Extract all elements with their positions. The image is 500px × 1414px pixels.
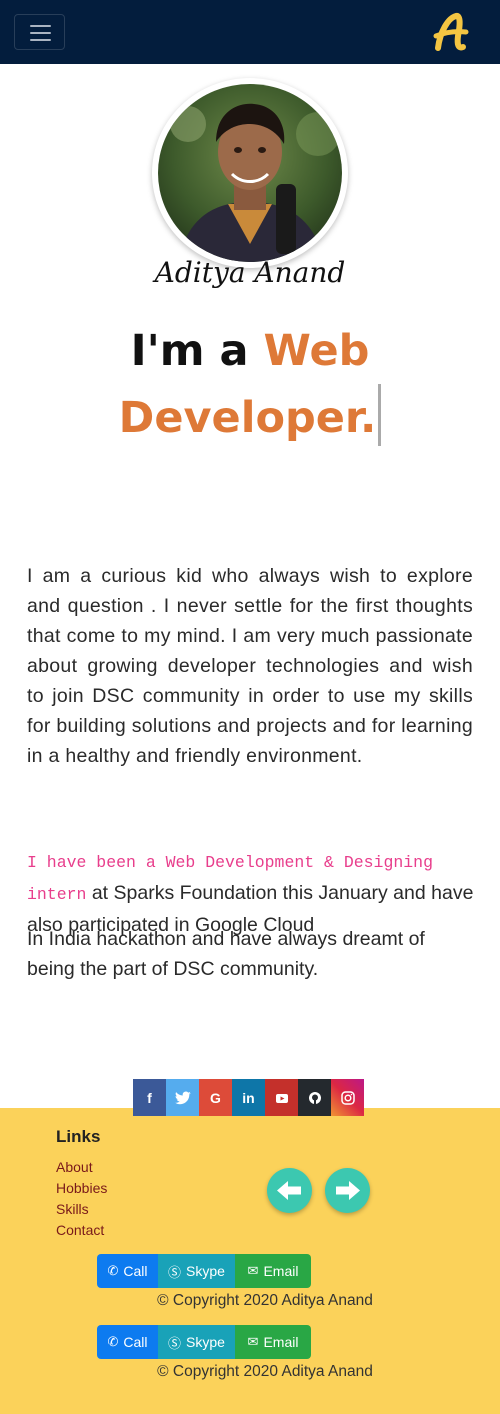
- footer-links: About Hobbies Skills Contact: [56, 1157, 107, 1241]
- footer-link-hobbies[interactable]: Hobbies: [56, 1178, 107, 1199]
- social-links: f G in: [133, 1079, 364, 1116]
- hamburger-line: [30, 39, 51, 41]
- about-paragraph: I am a curious kid who always wish to ex…: [27, 565, 473, 767]
- about-paragraph-3: In India hackathon and have always dream…: [27, 928, 425, 980]
- twitter-icon[interactable]: [166, 1079, 199, 1116]
- skype-icon: Ⓢ: [168, 1264, 182, 1280]
- call-button[interactable]: ✆ Call: [97, 1254, 158, 1288]
- hamburger-menu-icon: [30, 25, 51, 27]
- footer-link-contact[interactable]: Contact: [56, 1220, 107, 1241]
- call-label: Call: [123, 1334, 148, 1350]
- skype-label: Skype: [186, 1263, 225, 1279]
- links-heading: Links: [56, 1127, 101, 1146]
- email-button[interactable]: ✉ Email: [235, 1325, 311, 1359]
- google-icon[interactable]: G: [199, 1079, 232, 1116]
- copyright: © Copyright 2020 Aditya Anand: [157, 1292, 373, 1309]
- headline-prefix: I'm a: [130, 326, 264, 376]
- call-button[interactable]: ✆ Call: [97, 1325, 158, 1359]
- contact-buttons: ✆ Call Ⓢ Skype ✉ Email: [97, 1254, 311, 1288]
- email-label: Email: [263, 1263, 299, 1279]
- navbar-toggle-button[interactable]: [14, 14, 65, 50]
- github-icon[interactable]: [298, 1079, 331, 1116]
- copyright-duplicate: © Copyright 2020 Aditya Anand: [157, 1363, 373, 1380]
- instagram-icon[interactable]: [331, 1079, 364, 1116]
- profile-name: Aditya Anand: [154, 256, 346, 289]
- footer-link-about[interactable]: About: [56, 1157, 107, 1178]
- profile-avatar: [152, 78, 348, 268]
- skype-button[interactable]: Ⓢ Skype: [158, 1254, 235, 1288]
- email-label: Email: [263, 1334, 299, 1350]
- arrow-right-icon[interactable]: [325, 1168, 370, 1213]
- typing-cursor: [378, 384, 382, 446]
- phone-icon: ✆: [107, 1263, 119, 1278]
- footer-link-skills[interactable]: Skills: [56, 1199, 107, 1220]
- contact-buttons-duplicate: ✆ Call Ⓢ Skype ✉ Email: [97, 1325, 311, 1359]
- skype-button[interactable]: Ⓢ Skype: [158, 1325, 235, 1359]
- envelope-icon: ✉: [247, 1263, 259, 1278]
- arrow-left-icon[interactable]: [267, 1168, 312, 1213]
- envelope-icon: ✉: [247, 1334, 259, 1349]
- email-button[interactable]: ✉ Email: [235, 1254, 311, 1288]
- navbar: [0, 0, 500, 64]
- phone-icon: ✆: [107, 1334, 119, 1349]
- call-label: Call: [123, 1263, 148, 1279]
- facebook-icon[interactable]: f: [133, 1079, 166, 1116]
- hamburger-line: [30, 32, 51, 34]
- typed-headline: I'm a Web Developer.: [0, 318, 500, 451]
- skype-icon: Ⓢ: [168, 1335, 182, 1351]
- youtube-icon[interactable]: [265, 1079, 298, 1116]
- linkedin-icon[interactable]: in: [232, 1079, 265, 1116]
- profile-photo: [158, 84, 342, 262]
- skype-label: Skype: [186, 1334, 225, 1350]
- logo-a-icon[interactable]: [430, 12, 470, 54]
